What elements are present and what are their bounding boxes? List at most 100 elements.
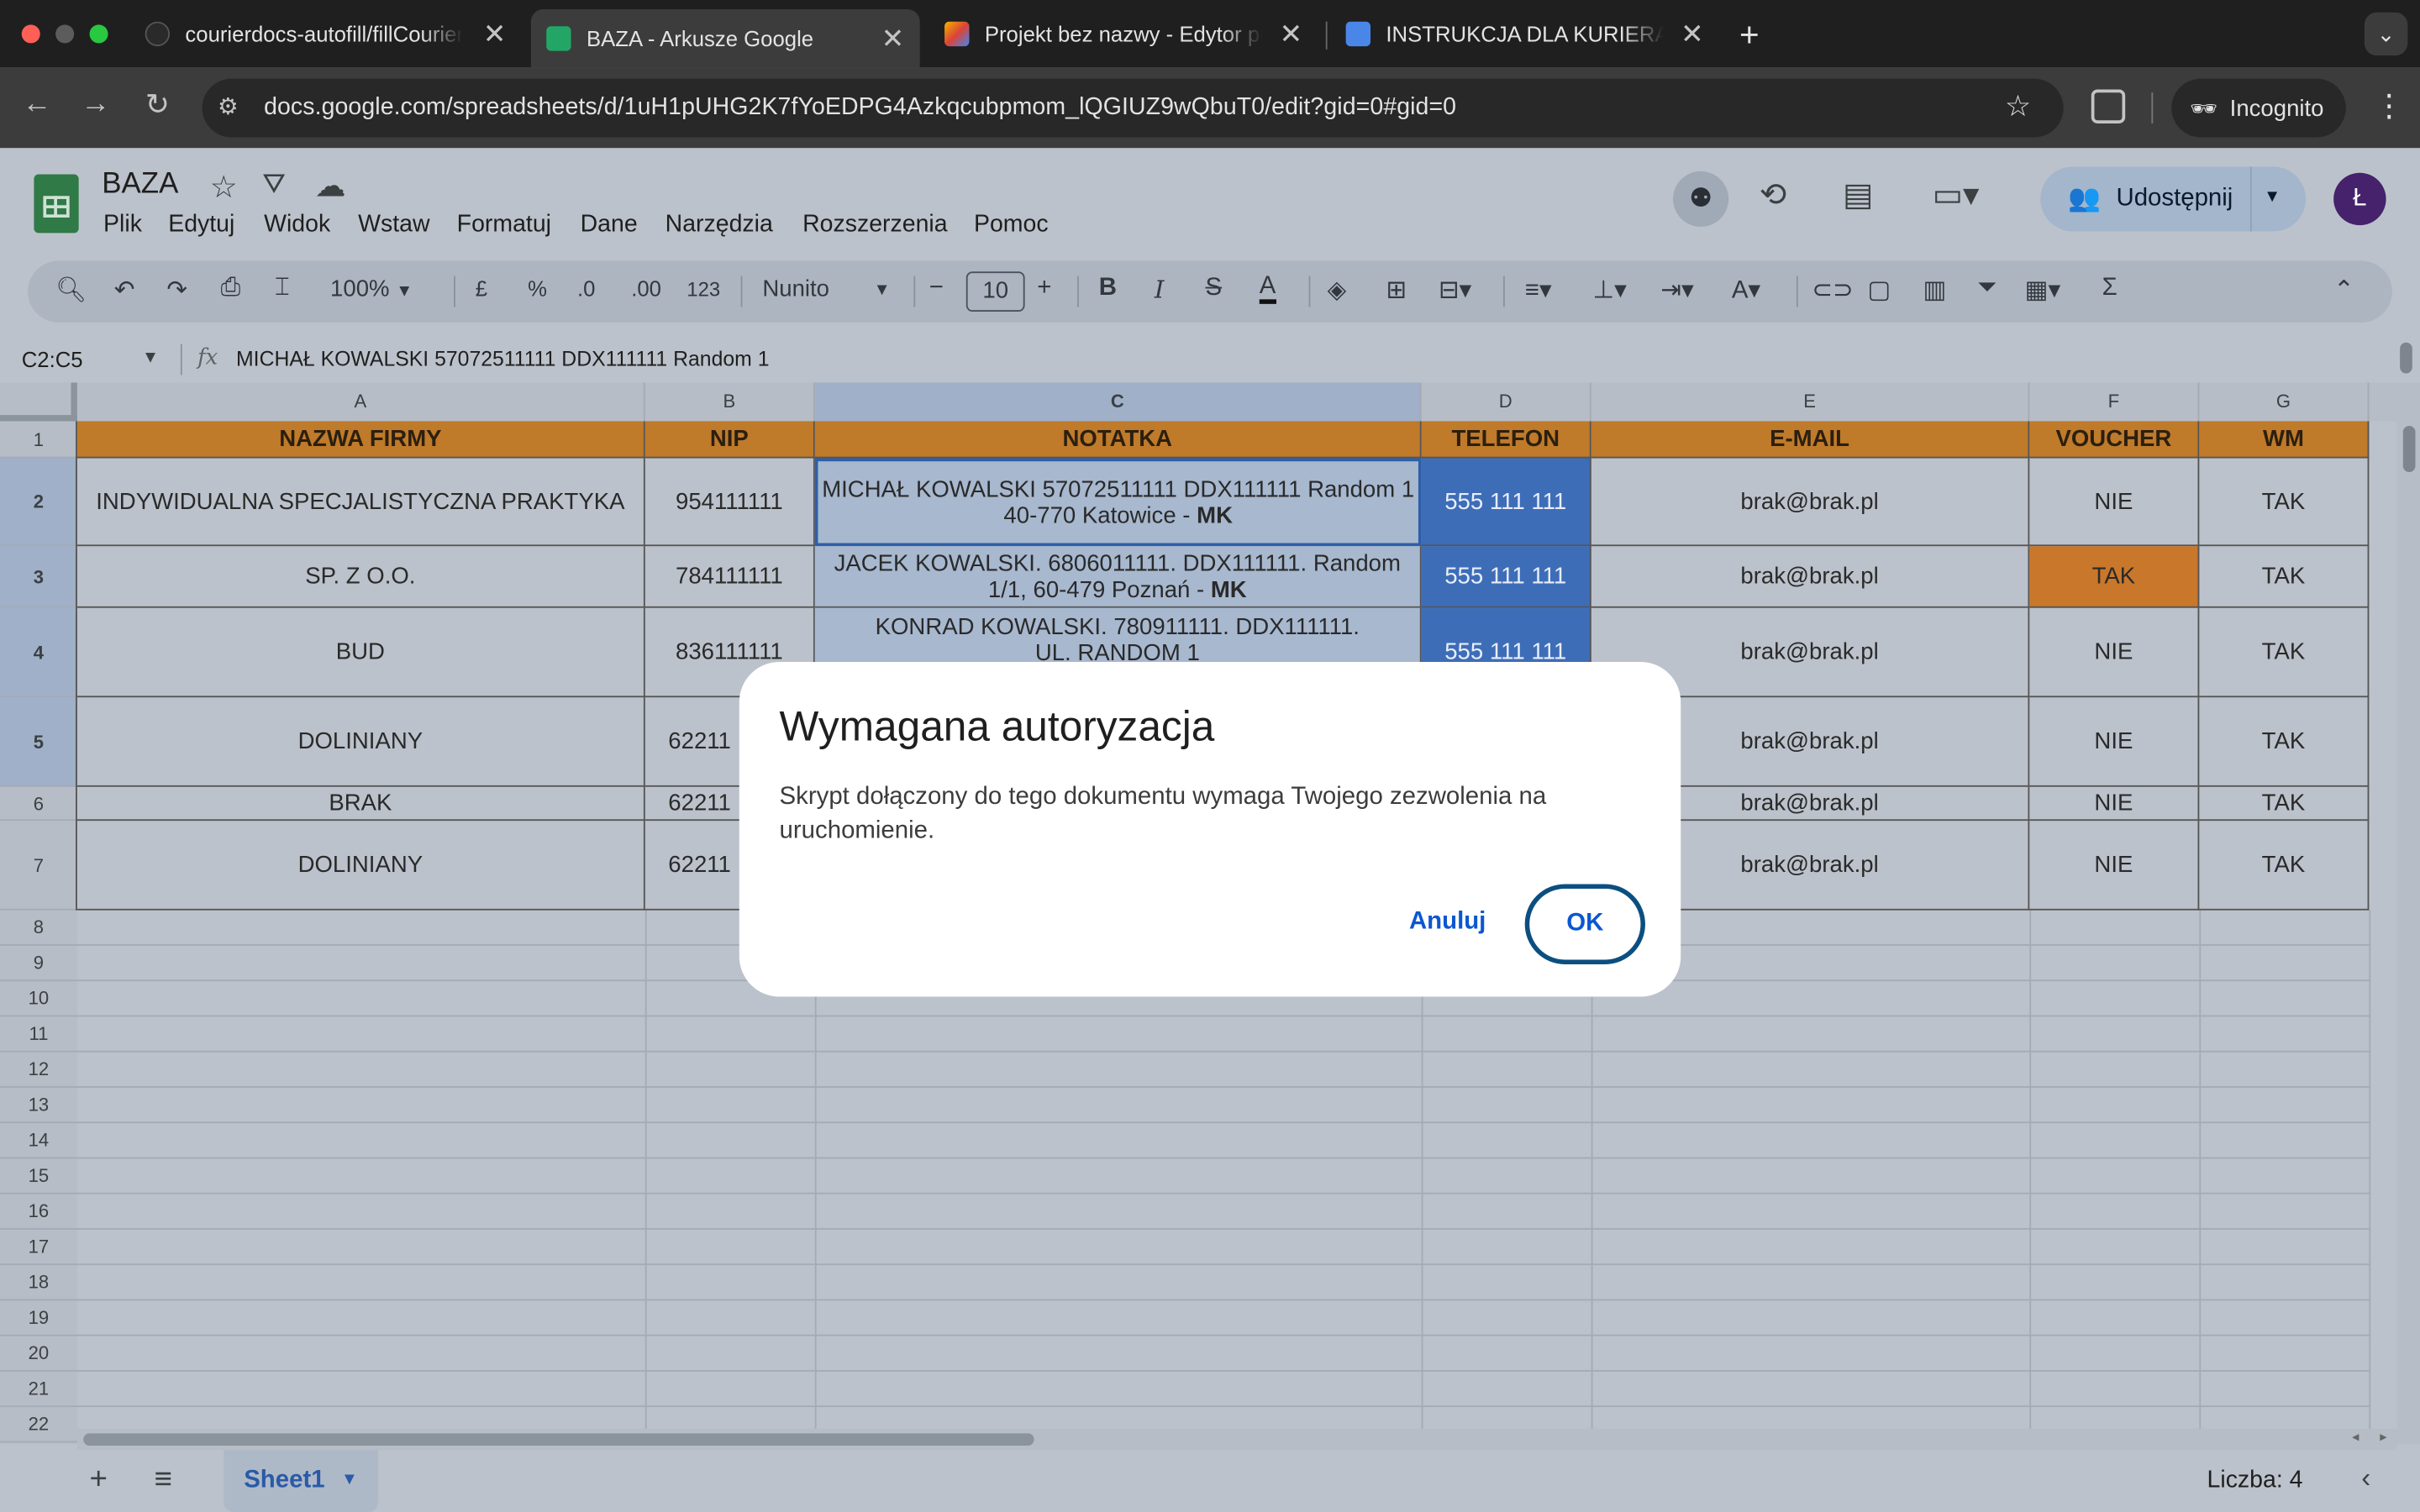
- cancel-button[interactable]: Anuluj: [1409, 909, 1486, 937]
- row-header[interactable]: 22: [0, 1407, 77, 1443]
- window-close-button[interactable]: [21, 24, 40, 44]
- column-header-c[interactable]: C: [814, 382, 1422, 422]
- cell-a2[interactable]: INDYWIDUALNA SPECJALISTYCZNA PRAKTYKA: [76, 458, 645, 547]
- insert-link-icon[interactable]: ⊂⊃: [1812, 275, 1853, 306]
- header-cell[interactable]: NIP: [644, 421, 815, 459]
- side-panel-toggle-icon[interactable]: ‹: [2361, 1462, 2370, 1495]
- browser-tab-baza[interactable]: BAZA - Arkusze Google ✕: [530, 9, 920, 68]
- row-header[interactable]: 19: [0, 1300, 77, 1336]
- zoom-select[interactable]: 100% ▼: [330, 276, 413, 302]
- text-rotation-icon[interactable]: A▾: [1732, 275, 1760, 306]
- cell-d3[interactable]: 555 111 111: [1421, 546, 1591, 608]
- header-cell[interactable]: WM: [2199, 421, 2370, 459]
- strikethrough-icon[interactable]: S: [1205, 275, 1222, 302]
- row-header[interactable]: 1: [0, 421, 77, 459]
- menu-rozszerzenia[interactable]: Rozszerzenia: [802, 212, 947, 239]
- bold-icon[interactable]: B: [1099, 275, 1117, 302]
- cell-a6[interactable]: BRAK: [76, 786, 645, 822]
- header-cell[interactable]: TELEFON: [1421, 421, 1591, 459]
- cell-a5[interactable]: DOLINIANY: [76, 697, 645, 787]
- cell-g3[interactable]: TAK: [2199, 546, 2370, 608]
- scroll-right-icon[interactable]: ▸: [2380, 1429, 2386, 1446]
- close-tab-icon[interactable]: ✕: [1279, 18, 1302, 50]
- select-all-corner[interactable]: [0, 382, 77, 422]
- menu-narzedzia[interactable]: Narzędzia: [666, 212, 773, 239]
- percent-format-button[interactable]: %: [528, 276, 547, 301]
- row-header[interactable]: 10: [0, 981, 77, 1017]
- merge-cells-icon[interactable]: ⊟▾: [1439, 275, 1471, 306]
- header-cell[interactable]: E-MAIL: [1591, 421, 2030, 459]
- text-color-icon[interactable]: A: [1259, 274, 1276, 304]
- row-header[interactable]: 7: [0, 821, 77, 911]
- menu-wstaw[interactable]: Wstaw: [358, 212, 429, 239]
- cell-b2[interactable]: 954111111: [644, 458, 815, 547]
- incognito-badge[interactable]: 🕶 Incognito: [2171, 78, 2346, 138]
- close-tab-icon[interactable]: ✕: [881, 23, 905, 55]
- header-cell[interactable]: NOTATKA: [814, 421, 1422, 459]
- insert-chart-icon[interactable]: ▥: [1923, 275, 1947, 306]
- italic-icon[interactable]: I: [1155, 275, 1165, 304]
- cell-f4[interactable]: NIE: [2029, 607, 2200, 698]
- all-sheets-icon[interactable]: ≡: [155, 1462, 172, 1498]
- sheet-tab-sheet1[interactable]: Sheet1 ▼: [224, 1450, 378, 1512]
- address-bar[interactable]: ⚙ docs.google.com/spreadsheets/d/1uH1pUH…: [202, 78, 2064, 138]
- filter-views-icon[interactable]: ▦▾: [2025, 275, 2061, 306]
- text-wrapping-icon[interactable]: ⇥▾: [1660, 275, 1693, 306]
- cell-c3[interactable]: JACEK KOWALSKI. 6806011111. DDX111111. R…: [814, 546, 1422, 608]
- menu-plik[interactable]: Plik: [103, 212, 142, 239]
- vertical-align-icon[interactable]: ⊥▾: [1593, 275, 1627, 306]
- row-header[interactable]: 11: [0, 1016, 77, 1053]
- collapse-toolbar-icon[interactable]: ⌃: [2333, 275, 2354, 306]
- new-tab-icon[interactable]: +: [1739, 15, 1760, 55]
- row-header[interactable]: 21: [0, 1372, 77, 1408]
- menu-formatuj[interactable]: Formatuj: [457, 212, 551, 239]
- cell-b3[interactable]: 784111111: [644, 546, 815, 608]
- row-header[interactable]: 18: [0, 1265, 77, 1301]
- browser-tab-projekt[interactable]: Projekt bez nazwy - Edytor pr ✕: [932, 9, 1318, 59]
- cell-g5[interactable]: TAK: [2199, 697, 2370, 787]
- cell-g4[interactable]: TAK: [2199, 607, 2370, 698]
- more-formats-button[interactable]: 123: [687, 278, 720, 302]
- move-to-drive-icon[interactable]: ⛛: [262, 168, 286, 201]
- row-header[interactable]: 14: [0, 1123, 77, 1159]
- browser-tab-courierdocs[interactable]: courierdocs-autofill/fillCourier ✕: [136, 9, 522, 59]
- decrease-decimal-button[interactable]: .0: [577, 276, 595, 301]
- chevron-down-icon[interactable]: ▼: [341, 1470, 358, 1488]
- row-header[interactable]: 9: [0, 946, 77, 982]
- chevron-down-icon[interactable]: ▼: [142, 349, 159, 367]
- cell-a7[interactable]: DOLINIANY: [76, 821, 645, 911]
- document-title[interactable]: BAZA: [102, 168, 178, 202]
- row-header[interactable]: 15: [0, 1158, 77, 1194]
- menu-widok[interactable]: Widok: [264, 212, 330, 239]
- back-arrow-icon[interactable]: ←: [17, 88, 57, 122]
- column-header-a[interactable]: A: [77, 382, 645, 422]
- cell-e2[interactable]: brak@brak.pl: [1591, 458, 2030, 547]
- cell-f6[interactable]: NIE: [2029, 786, 2200, 822]
- cell-g6[interactable]: TAK: [2199, 786, 2370, 822]
- vertical-scroll-thumb[interactable]: [2402, 425, 2416, 473]
- row-header[interactable]: 17: [0, 1230, 77, 1266]
- row-header[interactable]: 16: [0, 1194, 77, 1230]
- add-sheet-icon[interactable]: +: [90, 1462, 108, 1498]
- paint-format-icon[interactable]: ⌶: [275, 275, 290, 302]
- cell-g2[interactable]: TAK: [2199, 458, 2370, 547]
- row-header[interactable]: 6: [0, 787, 77, 822]
- font-size-input[interactable]: 10: [965, 271, 1025, 312]
- share-dropdown-icon[interactable]: ▾: [2267, 184, 2277, 208]
- avatar[interactable]: Ł: [2333, 172, 2386, 226]
- functions-icon[interactable]: Σ: [2102, 275, 2118, 302]
- row-header[interactable]: 4: [0, 607, 77, 698]
- vertical-scrollbar[interactable]: [2396, 382, 2420, 1445]
- column-header-b[interactable]: B: [645, 382, 815, 422]
- meet-icon[interactable]: ▭▾: [1933, 176, 1980, 214]
- column-header-g[interactable]: G: [2199, 382, 2370, 422]
- header-cell[interactable]: VOUCHER: [2029, 421, 2200, 459]
- insert-comment-icon[interactable]: ▢: [1867, 275, 1891, 306]
- row-header[interactable]: 5: [0, 697, 77, 787]
- ok-button[interactable]: OK: [1524, 884, 1645, 964]
- column-header-d[interactable]: D: [1422, 382, 1591, 422]
- menu-edytuj[interactable]: Edytuj: [168, 212, 234, 239]
- cell-e3[interactable]: brak@brak.pl: [1591, 546, 2030, 608]
- version-history-icon[interactable]: ⟲: [1760, 176, 1786, 214]
- cell-a4[interactable]: BUD: [76, 607, 645, 698]
